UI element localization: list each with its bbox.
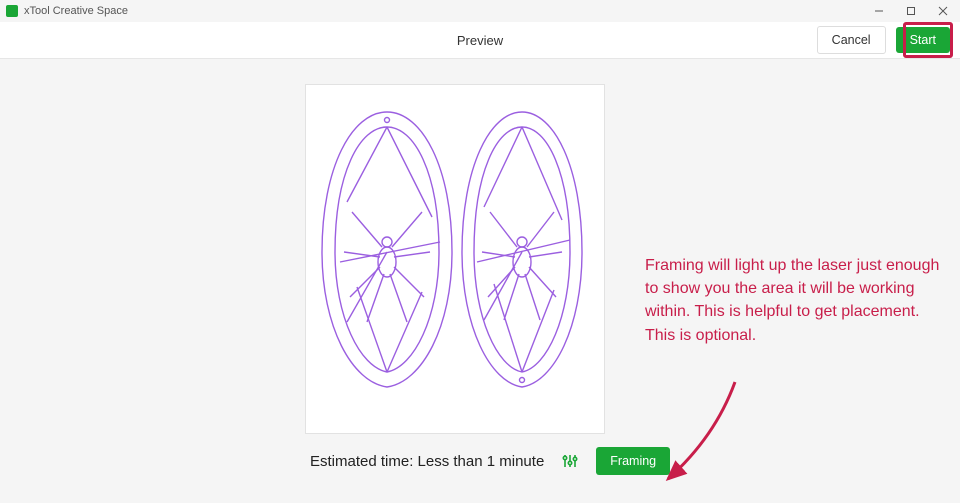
preview-canvas <box>305 84 605 434</box>
app-icon <box>6 5 18 17</box>
estimated-time-label: Estimated time: Less than 1 minute <box>310 453 544 470</box>
maximize-button[interactable] <box>904 4 918 18</box>
design-preview-svg <box>320 104 590 414</box>
close-button[interactable] <box>936 4 950 18</box>
cancel-button[interactable]: Cancel <box>817 26 886 54</box>
sliders-icon[interactable] <box>562 453 578 469</box>
toolbar-title: Preview <box>457 33 503 48</box>
annotation-arrow <box>660 377 750 492</box>
window-titlebar: xTool Creative Space <box>0 0 960 22</box>
content-area: Estimated time: Less than 1 minute Frami… <box>0 59 960 503</box>
minimize-button[interactable] <box>872 4 886 18</box>
tutorial-annotation: Framing will light up the laser just eno… <box>645 254 945 347</box>
preview-toolbar: Preview Cancel Start <box>0 22 960 59</box>
window-title: xTool Creative Space <box>24 5 872 17</box>
preview-status-row: Estimated time: Less than 1 minute Frami… <box>310 447 670 475</box>
framing-button[interactable]: Framing <box>596 447 670 475</box>
start-button[interactable]: Start <box>896 27 950 53</box>
